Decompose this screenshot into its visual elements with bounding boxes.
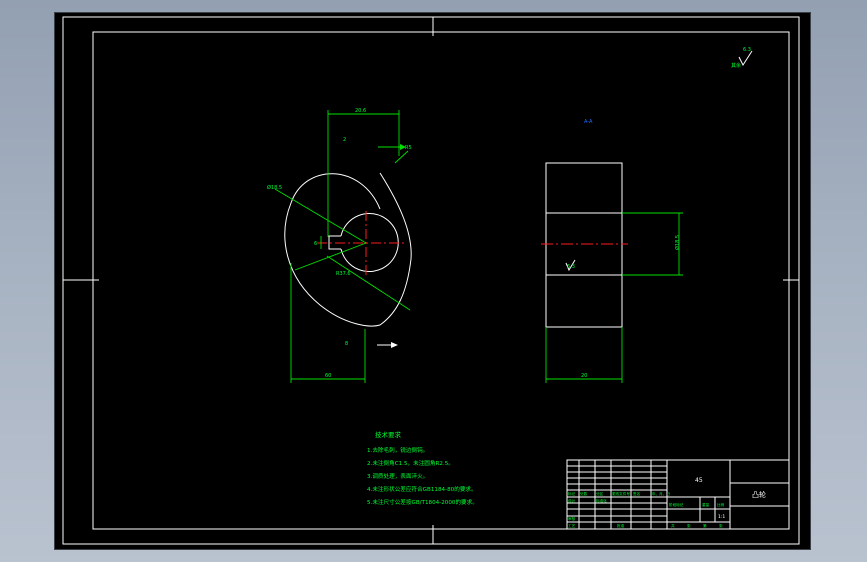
tb-label2: 批准 <box>617 523 625 528</box>
section-upper-hatch <box>545 162 623 214</box>
dim-lower-radius: R37.6 <box>336 271 351 277</box>
tech-req-item: 1.去除毛刺，锐边倒钝。 <box>367 446 428 454</box>
dim-top: 20.6 <box>355 108 366 114</box>
roughness-note: 6.3 其余 <box>731 47 753 69</box>
tb-stage: 重量 <box>702 502 710 507</box>
tb-label: 年、月、日 <box>652 491 670 496</box>
section-view-label: A-A <box>584 119 593 125</box>
tb-label: 签名 <box>633 491 641 496</box>
drawing-frame <box>92 31 790 530</box>
tb-label2: 审核 <box>568 516 576 521</box>
title-part-name: 凸轮 <box>752 490 766 499</box>
dim-key-slot: 6 <box>314 241 317 247</box>
title-material: 45 <box>695 477 703 484</box>
cam-front-view: 20.6 2 R5 Ø18.5 6 R37.6 8 60 <box>267 108 412 383</box>
dim-bottom: 60 <box>325 373 331 379</box>
tb-label: 更改文件号 <box>612 491 630 496</box>
dim-left-inner: 2 <box>343 137 346 143</box>
section-dim-right: Ø18.5 <box>674 235 681 250</box>
cam-section-view: A-A Ø18.5 6.3 20 <box>541 119 683 383</box>
section-dim-bottom: 20 <box>581 373 587 379</box>
section-roughness: 6.3 <box>567 264 575 270</box>
section-lower-hatch <box>545 274 623 328</box>
tb-label2: 工艺 <box>568 523 576 528</box>
tech-req-item: 5.未注尺寸公差按GB/T1804-2000的要求。 <box>367 498 478 506</box>
tb-sheet: 共 <box>671 523 675 528</box>
tb-label2: 设计 <box>568 498 576 503</box>
tb-sheet: 张 <box>719 523 723 528</box>
title-block: 45 凸轮 1:1 标记 处数 分区 更改文件号 签名 年、月、日 设计 标准化… <box>566 459 790 530</box>
dim-bottom-small: 8 <box>345 341 348 347</box>
tech-req-title: 技术要求 <box>375 430 402 439</box>
tech-requirements: 技术要求 1.去除毛刺，锐边倒钝。 2.未注倒角C1.5，未注圆角R2.5。 3… <box>367 430 478 506</box>
tb-sheet: 张 <box>687 523 691 528</box>
dim-radius: R5 <box>405 145 412 151</box>
tb-label2: 标准化 <box>596 498 607 503</box>
tech-req-item: 2.未注倒角C1.5，未注圆角R2.5。 <box>367 459 454 467</box>
cad-drawing: 6.3 其余 20.6 2 R5 Ø18.5 6 R37.6 8 60 A-A … <box>62 16 800 545</box>
dim-bore: Ø18.5 <box>267 184 282 191</box>
tech-req-item: 3.调质处理，表面淬火。 <box>367 472 428 480</box>
tb-stage: 比例 <box>717 502 725 507</box>
tb-label: 处数 <box>580 491 588 496</box>
tb-sheet: 第 <box>703 523 707 528</box>
roughness-symbol-value: 6.3 <box>743 47 751 53</box>
tb-label: 分区 <box>596 491 604 496</box>
tech-req-item: 4.未注形状公差应符合GB1184-80的要求。 <box>367 485 477 493</box>
title-scale: 1:1 <box>718 514 725 520</box>
roughness-note-text: 其余 <box>731 62 741 69</box>
cad-viewport[interactable]: 6.3 其余 20.6 2 R5 Ø18.5 6 R37.6 8 60 A-A … <box>54 12 811 550</box>
tb-stage: 阶段标记 <box>669 502 684 507</box>
tb-label: 标记 <box>568 491 576 496</box>
